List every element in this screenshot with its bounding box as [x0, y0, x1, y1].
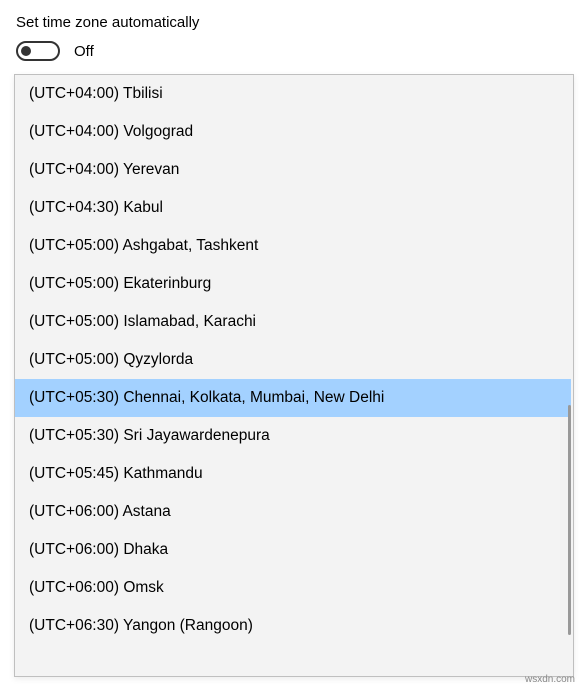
- timezone-option[interactable]: (UTC+06:00) Dhaka: [15, 531, 571, 569]
- timezone-option[interactable]: (UTC+04:00) Tbilisi: [15, 75, 571, 113]
- timezone-option-label: (UTC+06:30) Yangon (Rangoon): [29, 617, 253, 634]
- timezone-option[interactable]: (UTC+04:30) Kabul: [15, 189, 571, 227]
- timezone-dropdown-list[interactable]: (UTC+04:00) Tbilisi (UTC+04:00) Volgograd…: [14, 74, 574, 677]
- timezone-option[interactable]: (UTC+05:00) Ekaterinburg: [15, 265, 571, 303]
- timezone-option-label: (UTC+06:00) Astana: [29, 503, 171, 520]
- timezone-option[interactable]: (UTC+05:00) Ashgabat, Tashkent: [15, 227, 571, 265]
- timezone-option[interactable]: (UTC+05:30) Sri Jayawardenepura: [15, 417, 571, 455]
- timezone-option[interactable]: (UTC+06:00) Omsk: [15, 569, 571, 607]
- settings-header: Set time zone automatically Off: [0, 0, 581, 65]
- timezone-option-label: (UTC+05:00) Ashgabat, Tashkent: [29, 237, 258, 254]
- timezone-option[interactable]: (UTC+05:45) Kathmandu: [15, 455, 571, 493]
- timezone-option-label: (UTC+05:45) Kathmandu: [29, 465, 203, 482]
- timezone-option[interactable]: (UTC+05:00) Qyzylorda: [15, 341, 571, 379]
- timezone-option-label: (UTC+04:30) Kabul: [29, 199, 163, 216]
- timezone-option-label: (UTC+05:00) Qyzylorda: [29, 351, 193, 368]
- timezone-option-label: (UTC+04:00) Tbilisi: [29, 85, 163, 102]
- auto-timezone-toggle-row: Off: [16, 41, 565, 61]
- watermark-text: wsxdn.com: [525, 674, 575, 685]
- timezone-option-label: (UTC+05:30) Sri Jayawardenepura: [29, 427, 270, 444]
- auto-timezone-toggle-state: Off: [74, 43, 94, 60]
- auto-timezone-toggle[interactable]: [16, 41, 60, 61]
- scrollbar-thumb[interactable]: [568, 405, 571, 635]
- timezone-option[interactable]: (UTC+06:00) Astana: [15, 493, 571, 531]
- timezone-list-inner[interactable]: (UTC+04:00) Tbilisi (UTC+04:00) Volgograd…: [15, 75, 573, 676]
- timezone-option-label: (UTC+06:00) Omsk: [29, 579, 164, 596]
- timezone-option-label: (UTC+05:00) Islamabad, Karachi: [29, 313, 256, 330]
- timezone-option[interactable]: (UTC+05:00) Islamabad, Karachi: [15, 303, 571, 341]
- timezone-option-label: (UTC+04:00) Yerevan: [29, 161, 179, 178]
- timezone-option[interactable]: (UTC+04:00) Yerevan: [15, 151, 571, 189]
- timezone-option[interactable]: (UTC+06:30) Yangon (Rangoon): [15, 607, 571, 645]
- toggle-knob-icon: [21, 46, 31, 56]
- auto-timezone-label: Set time zone automatically: [16, 14, 565, 31]
- timezone-option-label: (UTC+05:30) Chennai, Kolkata, Mumbai, Ne…: [29, 389, 384, 406]
- timezone-option-label: (UTC+04:00) Volgograd: [29, 123, 193, 140]
- timezone-option-label: (UTC+05:00) Ekaterinburg: [29, 275, 211, 292]
- timezone-option[interactable]: (UTC+04:00) Volgograd: [15, 113, 571, 151]
- timezone-option[interactable]: (UTC+05:30) Chennai, Kolkata, Mumbai, Ne…: [15, 379, 571, 417]
- timezone-option-label: (UTC+06:00) Dhaka: [29, 541, 168, 558]
